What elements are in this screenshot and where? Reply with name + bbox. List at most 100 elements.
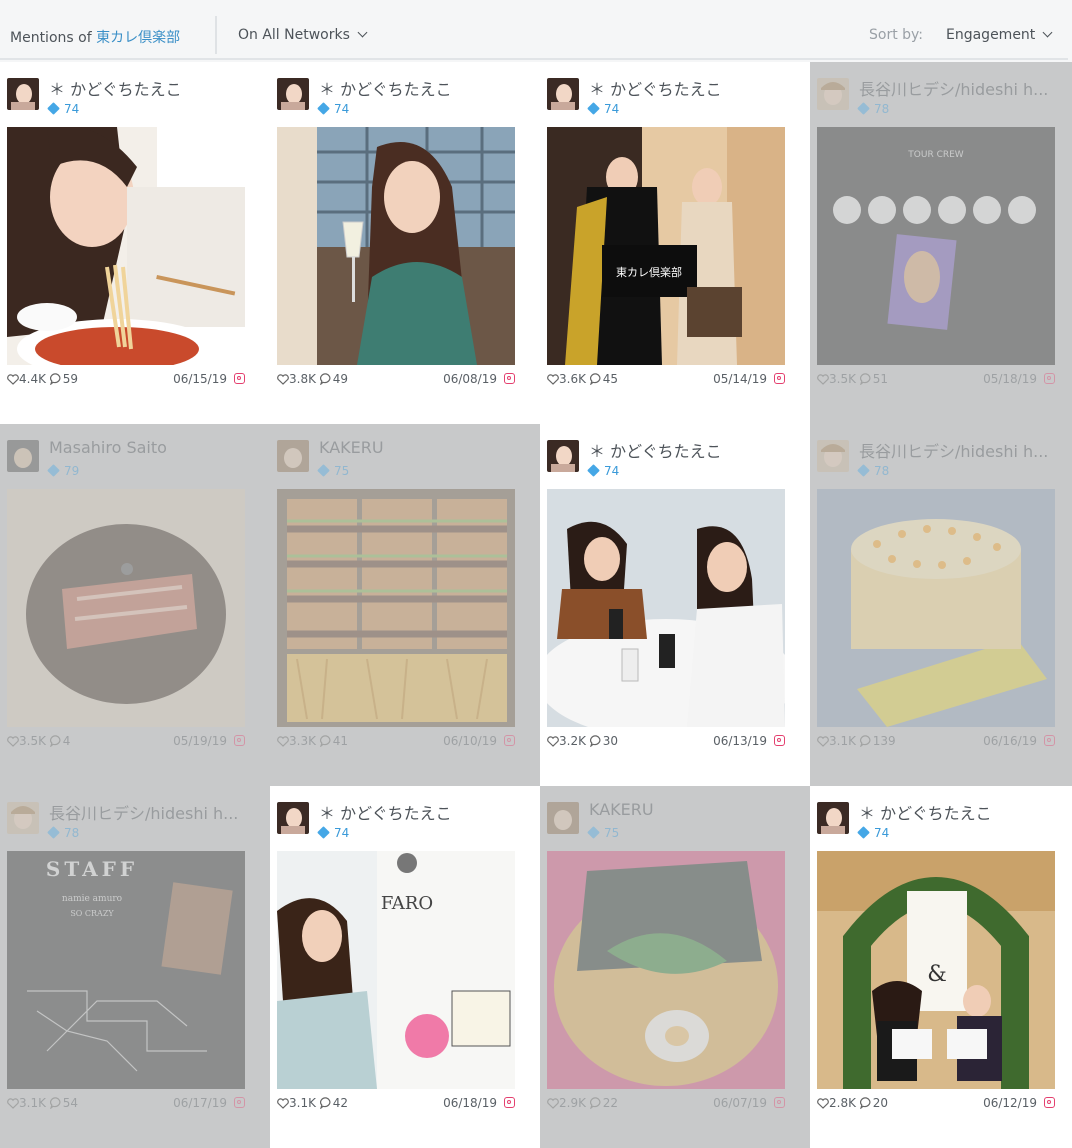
networks-dropdown[interactable]: On All Networks bbox=[238, 27, 368, 43]
post-image[interactable]: 東カレ倶楽部 bbox=[547, 127, 785, 365]
sort-label: Sort by: bbox=[869, 27, 924, 43]
influence-score: 74 bbox=[587, 102, 620, 116]
post-date: 06/07/19 bbox=[713, 1096, 767, 1110]
mentions-brand-link[interactable]: 東カレ倶楽部 bbox=[96, 30, 180, 46]
instagram-icon[interactable] bbox=[1044, 735, 1055, 746]
post-card[interactable]: 長谷川ヒデシ/hideshi h... 78 STAFF namie amuro… bbox=[0, 786, 270, 1148]
score-value: 74 bbox=[874, 826, 890, 840]
post-image[interactable] bbox=[547, 851, 785, 1089]
author-name[interactable]: Masahiro Saito bbox=[49, 438, 259, 457]
diamond-icon bbox=[317, 464, 330, 477]
score-value: 78 bbox=[874, 102, 890, 116]
likes-count: 2.8K bbox=[829, 1096, 856, 1110]
instagram-icon[interactable] bbox=[774, 1097, 785, 1108]
score-value: 74 bbox=[334, 826, 350, 840]
avatar[interactable] bbox=[547, 78, 579, 110]
likes-count: 3.3K bbox=[289, 734, 316, 748]
author-name[interactable]: 長谷川ヒデシ/hideshi h... bbox=[859, 76, 1069, 100]
post-image[interactable] bbox=[7, 489, 245, 727]
post-image[interactable] bbox=[7, 127, 245, 365]
instagram-icon[interactable] bbox=[774, 735, 785, 746]
likes-count: 2.9K bbox=[559, 1096, 586, 1110]
namie-text: namie amuro bbox=[62, 894, 122, 904]
post-image[interactable] bbox=[277, 127, 515, 365]
author-name[interactable]: ＊ かどぐちたえこ bbox=[49, 76, 259, 100]
post-image[interactable] bbox=[817, 489, 1055, 727]
comment-icon bbox=[319, 735, 331, 747]
heart-icon bbox=[817, 374, 829, 385]
post-card[interactable]: ＊ かどぐちたえこ 74 3.8K 49 06/08/19 bbox=[270, 62, 540, 424]
post-stats: 3.6K 45 05/14/19 bbox=[547, 372, 785, 386]
instagram-icon[interactable] bbox=[234, 373, 245, 384]
post-card[interactable]: Masahiro Saito 79 3.5K 4 05/19/19 bbox=[0, 424, 270, 786]
ampersand-text: & bbox=[927, 962, 947, 987]
influence-score: 74 bbox=[857, 826, 890, 840]
post-card[interactable]: ＊ かどぐちたえこ 74 3.2K 30 06/13/19 bbox=[540, 424, 810, 786]
likes-count: 3.5K bbox=[19, 734, 46, 748]
diamond-icon bbox=[317, 102, 330, 115]
avatar[interactable] bbox=[817, 440, 849, 472]
sort-dropdown[interactable]: Engagement bbox=[946, 27, 1053, 43]
comment-icon bbox=[859, 373, 871, 385]
author-name[interactable]: ＊ かどぐちたえこ bbox=[859, 800, 1069, 824]
post-image[interactable]: STAFF namie amuro SO CRAZY bbox=[7, 851, 245, 1089]
post-image[interactable]: & bbox=[817, 851, 1055, 1089]
post-card[interactable]: KAKERU 75 2.9K 22 06/07/19 bbox=[540, 786, 810, 1148]
instagram-icon[interactable] bbox=[774, 373, 785, 384]
post-card[interactable]: 長谷川ヒデシ/hideshi h... 78 3.1K 139 06/16/19 bbox=[810, 424, 1072, 786]
instagram-icon[interactable] bbox=[504, 735, 515, 746]
avatar[interactable] bbox=[277, 78, 309, 110]
score-value: 74 bbox=[604, 102, 620, 116]
likes-count: 3.5K bbox=[829, 372, 856, 386]
comment-icon bbox=[859, 735, 871, 747]
instagram-icon[interactable] bbox=[1044, 373, 1055, 384]
author-name[interactable]: 長谷川ヒデシ/hideshi h... bbox=[859, 438, 1069, 462]
comment-icon bbox=[589, 735, 601, 747]
author-name[interactable]: ＊ かどぐちたえこ bbox=[589, 438, 799, 462]
post-card[interactable]: ＊ かどぐちたえこ 74 4.4K 59 06/15/19 bbox=[0, 62, 270, 424]
post-image[interactable]: FARO bbox=[277, 851, 515, 1089]
influence-score: 78 bbox=[857, 464, 889, 478]
post-date: 05/14/19 bbox=[713, 372, 767, 386]
avatar[interactable] bbox=[277, 440, 309, 472]
instagram-icon[interactable] bbox=[234, 735, 245, 746]
post-stats: 3.5K 4 05/19/19 bbox=[7, 734, 245, 748]
avatar[interactable] bbox=[277, 802, 309, 834]
post-date: 05/18/19 bbox=[983, 372, 1037, 386]
author-name[interactable]: ＊ かどぐちたえこ bbox=[319, 76, 529, 100]
author-name[interactable]: ＊ かどぐちたえこ bbox=[589, 76, 799, 100]
post-image[interactable] bbox=[547, 489, 785, 727]
post-stats: 3.2K 30 06/13/19 bbox=[547, 734, 785, 748]
post-image[interactable]: TOUR CREW bbox=[817, 127, 1055, 365]
instagram-icon[interactable] bbox=[1044, 1097, 1055, 1108]
post-card[interactable]: ＊ かどぐちたえこ 74 FARO 3.1K 42 06/18/19 bbox=[270, 786, 540, 1148]
score-value: 79 bbox=[64, 464, 80, 478]
avatar[interactable] bbox=[817, 802, 849, 834]
instagram-icon[interactable] bbox=[504, 1097, 515, 1108]
comment-icon bbox=[49, 1097, 61, 1109]
post-card[interactable]: 長谷川ヒデシ/hideshi h... 78 TOUR CREW 3.5K 51… bbox=[810, 62, 1072, 424]
post-card[interactable]: ＊ かどぐちたえこ 74 東カレ倶楽部 3.6K 45 05/14/19 bbox=[540, 62, 810, 424]
avatar[interactable] bbox=[7, 802, 39, 834]
author-name[interactable]: 長谷川ヒデシ/hideshi h... bbox=[49, 800, 259, 824]
author-name[interactable]: KAKERU bbox=[319, 438, 529, 457]
influence-score: 75 bbox=[317, 464, 349, 478]
post-date: 06/12/19 bbox=[983, 1096, 1037, 1110]
comment-icon bbox=[589, 1097, 601, 1109]
author-name[interactable]: ＊ かどぐちたえこ bbox=[319, 800, 529, 824]
avatar[interactable] bbox=[7, 78, 39, 110]
instagram-icon[interactable] bbox=[234, 1097, 245, 1108]
avatar[interactable] bbox=[547, 440, 579, 472]
heart-icon bbox=[547, 374, 559, 385]
post-date: 06/17/19 bbox=[173, 1096, 227, 1110]
diamond-icon bbox=[47, 102, 60, 115]
post-card[interactable]: ＊ かどぐちたえこ 74 & 2.8K 20 06/12/19 bbox=[810, 786, 1072, 1148]
avatar[interactable] bbox=[547, 802, 579, 834]
avatar[interactable] bbox=[817, 78, 849, 110]
avatar[interactable] bbox=[7, 440, 39, 472]
likes-count: 3.1K bbox=[829, 734, 856, 748]
author-name[interactable]: KAKERU bbox=[589, 800, 799, 819]
post-card[interactable]: KAKERU 75 3.3K 41 06/10/19 bbox=[270, 424, 540, 786]
post-image[interactable] bbox=[277, 489, 515, 727]
instagram-icon[interactable] bbox=[504, 373, 515, 384]
